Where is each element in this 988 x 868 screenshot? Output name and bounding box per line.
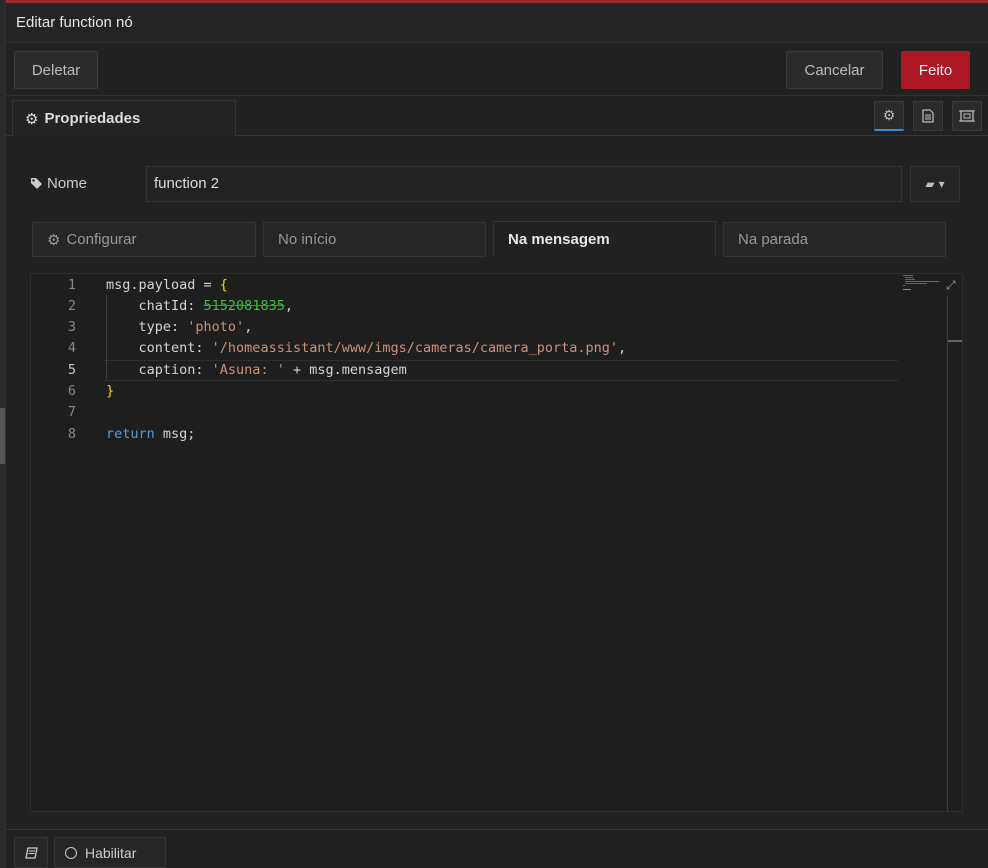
dialog-title: Editar function nó <box>16 14 133 31</box>
name-label-text: Nome <box>47 175 88 192</box>
circle-icon <box>65 846 77 859</box>
code-line: caption: 'Asuna: ' + msg.mensagem <box>106 362 407 378</box>
enable-toggle[interactable]: Habilitar <box>54 837 166 868</box>
code-line: chatId: 5152081835, <box>106 298 293 314</box>
line-number: 1 <box>67 277 76 293</box>
chevron-down-icon: ▾ <box>938 177 945 191</box>
subtab-on-start[interactable]: No início <box>263 222 486 257</box>
line-number: 6 <box>67 383 76 399</box>
editor-scrollbar[interactable] <box>947 296 948 812</box>
line-number: 8 <box>67 426 76 442</box>
name-input[interactable]: function 2 <box>146 166 902 202</box>
code-editor[interactable]: 1 2 3 4 5 6 7 8 msg.payload = { chatId: … <box>30 273 963 812</box>
appearance-icon <box>959 110 975 122</box>
subtab-label: Na parada <box>738 231 809 248</box>
done-button[interactable]: Feito <box>901 51 970 89</box>
dialog-body: Nome function 2 ▰ ▾ ⚙ Configurar No iníc… <box>6 137 988 829</box>
expand-icon[interactable]: ⤢ <box>946 278 956 293</box>
name-label: Nome <box>30 175 87 192</box>
description-icon <box>922 109 934 123</box>
subtab-label: No início <box>278 231 337 248</box>
book-icon: ▰ <box>925 177 935 191</box>
tab-appearance[interactable] <box>952 101 982 131</box>
line-number: 7 <box>67 404 76 420</box>
gear-icon: ⚙ <box>25 110 39 128</box>
dialog-toolbar: Deletar Cancelar Feito <box>6 44 988 96</box>
book-icon <box>24 846 38 859</box>
cancel-button[interactable]: Cancelar <box>786 51 883 89</box>
library-button[interactable]: ▰ ▾ <box>910 166 960 202</box>
tab-settings[interactable]: ⚙ <box>874 101 904 131</box>
dialog-footer: Habilitar <box>6 829 988 868</box>
redacted-value: 5152081835 <box>203 298 285 314</box>
subtab-label: Configurar <box>66 231 137 248</box>
gear-icon: ⚙ <box>47 231 61 249</box>
enable-label: Habilitar <box>85 844 137 861</box>
code-line: } <box>106 383 115 399</box>
dialog-header: Editar function nó <box>6 3 988 43</box>
line-number: 5 <box>67 362 76 378</box>
node-help-button[interactable] <box>14 837 48 868</box>
resize-handle[interactable] <box>0 408 5 464</box>
subtab-on-message[interactable]: Na mensagem <box>493 221 716 257</box>
gear-icon: ⚙ <box>882 107 896 123</box>
subtab-label: Na mensagem <box>508 230 610 248</box>
line-number: 3 <box>67 319 76 335</box>
subtab-configure[interactable]: ⚙ Configurar <box>32 222 256 257</box>
subtab-on-stop[interactable]: Na parada <box>723 222 946 257</box>
code-line: type: 'photo', <box>106 319 253 335</box>
scrollbar-marker <box>948 340 962 342</box>
line-number: 4 <box>67 340 76 356</box>
tag-icon <box>31 178 42 189</box>
properties-tabbar: ⚙ Propriedades ⚙ <box>6 96 988 136</box>
code-line: content: '/homeassistant/www/imgs/camera… <box>106 340 627 356</box>
line-number-gutter: 1 2 3 4 5 6 7 8 <box>31 274 87 811</box>
editor-minimap[interactable] <box>903 274 943 294</box>
code-line: msg.payload = { <box>106 277 228 293</box>
code-line: return msg; <box>106 426 196 442</box>
line-number: 2 <box>67 298 76 314</box>
tab-description[interactable] <box>913 101 943 131</box>
tab-properties[interactable]: ⚙ Propriedades <box>12 100 236 136</box>
delete-button[interactable]: Deletar <box>14 51 98 89</box>
tab-properties-label: Propriedades <box>44 110 141 127</box>
